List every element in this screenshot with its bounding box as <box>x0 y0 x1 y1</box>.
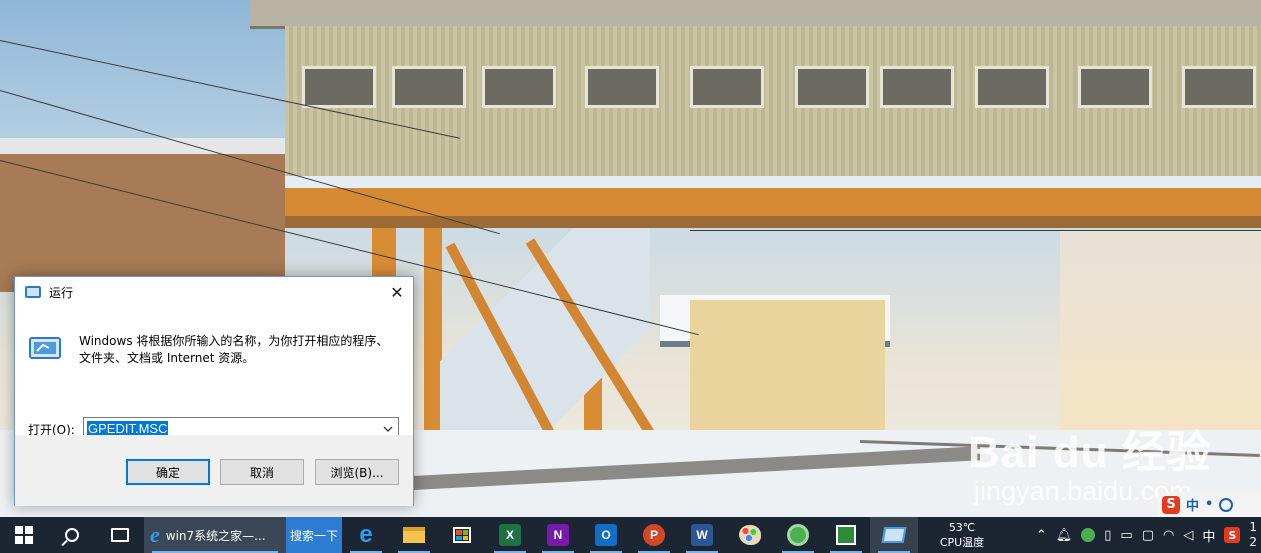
wallpaper-window <box>1182 66 1256 108</box>
notification-bell-icon[interactable]: 🔔︎ <box>1056 528 1073 543</box>
taskbar-outlook[interactable]: O <box>582 517 630 553</box>
chevron-up-icon[interactable]: ⌃ <box>1036 528 1047 543</box>
word-icon: W <box>691 524 713 546</box>
run-icon <box>881 527 907 543</box>
run-large-icon <box>29 337 61 359</box>
taskbar-run[interactable] <box>870 517 918 553</box>
taskbar-360[interactable] <box>774 517 822 553</box>
wallpaper-window <box>690 66 764 108</box>
wallpaper-sky <box>1060 230 1261 430</box>
taskbar-ie-window[interactable]: e win7系统之家—... <box>144 517 286 553</box>
taskbar-photos[interactable] <box>822 517 870 553</box>
taskbar-excel[interactable]: X <box>486 517 534 553</box>
paint-icon <box>739 525 761 545</box>
wifi-icon[interactable]: ◠ <box>1163 528 1174 543</box>
ie-window-title: win7系统之家—... <box>165 528 266 543</box>
baidu-watermark-logo: Bai du 经验 <box>968 428 1212 477</box>
onenote-icon: N <box>547 524 569 546</box>
excel-icon: X <box>499 524 521 546</box>
battery-icon[interactable]: ▭ <box>1120 528 1132 543</box>
taskbar-onenote[interactable]: N <box>534 517 582 553</box>
wallpaper-window <box>482 66 556 108</box>
taskbar-store[interactable] <box>438 517 486 553</box>
browser360-icon <box>787 524 809 546</box>
ime-punct-toggle[interactable]: • <box>1205 497 1213 512</box>
ok-button[interactable]: 确定 <box>126 459 210 485</box>
wallpaper-bridge-underside <box>285 216 1261 228</box>
volume-icon[interactable]: ◁ <box>1183 528 1193 543</box>
taskbar-edge[interactable]: e <box>342 517 390 553</box>
cpu-temperature-value: 53℃ <box>948 521 976 534</box>
browse-button[interactable]: 浏览(B)... <box>315 459 399 485</box>
ime-toolbar[interactable]: S 中 • <box>1158 492 1261 517</box>
wallpaper-window <box>795 66 869 108</box>
taskbar-paint[interactable] <box>726 517 774 553</box>
ime-mode-toggle[interactable]: 中 <box>1186 495 1199 514</box>
powerpoint-icon: P <box>643 524 665 546</box>
run-dialog-title: 运行 <box>49 285 74 300</box>
360-security-tray-icon[interactable] <box>1081 528 1096 542</box>
wallpaper-wire <box>690 230 1261 231</box>
folder-tray-icon[interactable]: ▢ <box>1142 528 1154 543</box>
clock[interactable]: 1 2 <box>1249 520 1257 550</box>
run-dialog-footer: 确定 取消 浏览(B)... <box>15 435 413 506</box>
start-button[interactable] <box>0 517 48 553</box>
wallpaper-window <box>392 66 466 108</box>
wallpaper-bridge-roof <box>250 0 1261 29</box>
edge-icon: e <box>359 521 373 548</box>
system-tray: ⌃ 🔔︎ ▯ ▭ ▢ ◠ ◁ 中 S 1 2 <box>1036 520 1261 550</box>
photos-icon <box>836 525 856 545</box>
run-dialog-body: Windows 将根据你所输入的名称，为你打开相应的程序、文件夹、文档或 Int… <box>15 307 413 441</box>
network-device-icon[interactable]: ▯ <box>1104 528 1111 543</box>
ie-icon: e <box>150 522 160 547</box>
store-icon <box>453 527 471 543</box>
wallpaper-window <box>880 66 954 108</box>
folder-icon <box>403 527 425 543</box>
wallpaper-window <box>1078 66 1152 108</box>
chevron-down-icon[interactable] <box>382 423 394 435</box>
wallpaper-window <box>585 66 659 108</box>
taskbar-explorer[interactable] <box>390 517 438 553</box>
run-dialog: 运行 ✕ Windows 将根据你所输入的名称，为你打开相应的程序、文件夹、文档… <box>14 276 414 506</box>
cancel-button[interactable]: 取消 <box>220 459 304 485</box>
close-button[interactable]: ✕ <box>381 277 413 307</box>
run-icon <box>25 286 41 298</box>
task-view-icon <box>111 528 129 542</box>
wallpaper-window <box>302 66 376 108</box>
wallpaper-window <box>975 66 1049 108</box>
wallpaper-left-building <box>0 138 285 292</box>
search-button[interactable] <box>48 517 96 553</box>
taskbar: e win7系统之家—... 搜索一下 e X N O P W 53℃ CPU温… <box>0 517 1261 553</box>
ime-indicator[interactable]: 中 <box>1202 526 1215 545</box>
windows-logo-icon <box>15 526 33 544</box>
sogou-logo-icon[interactable]: S <box>1162 495 1180 514</box>
smiley-icon[interactable] <box>1219 497 1234 512</box>
run-dialog-description: Windows 将根据你所输入的名称，为你打开相应的程序、文件夹、文档或 Int… <box>79 334 389 365</box>
taskbar-powerpoint[interactable]: P <box>630 517 678 553</box>
task-view-button[interactable] <box>96 517 144 553</box>
cpu-temperature[interactable]: 53℃ CPU温度 <box>932 517 992 553</box>
outlook-icon: O <box>595 524 617 546</box>
taskbar-word[interactable]: W <box>678 517 726 553</box>
taskbar-search-label[interactable]: 搜索一下 <box>286 517 342 553</box>
run-dialog-titlebar[interactable]: 运行 ✕ <box>15 277 413 307</box>
wallpaper-station-building <box>690 300 885 440</box>
wallpaper-bridge-beam <box>285 176 1261 216</box>
search-icon <box>65 528 79 542</box>
cpu-temperature-label: CPU温度 <box>939 536 985 549</box>
sogou-tray-icon[interactable]: S <box>1224 527 1241 543</box>
